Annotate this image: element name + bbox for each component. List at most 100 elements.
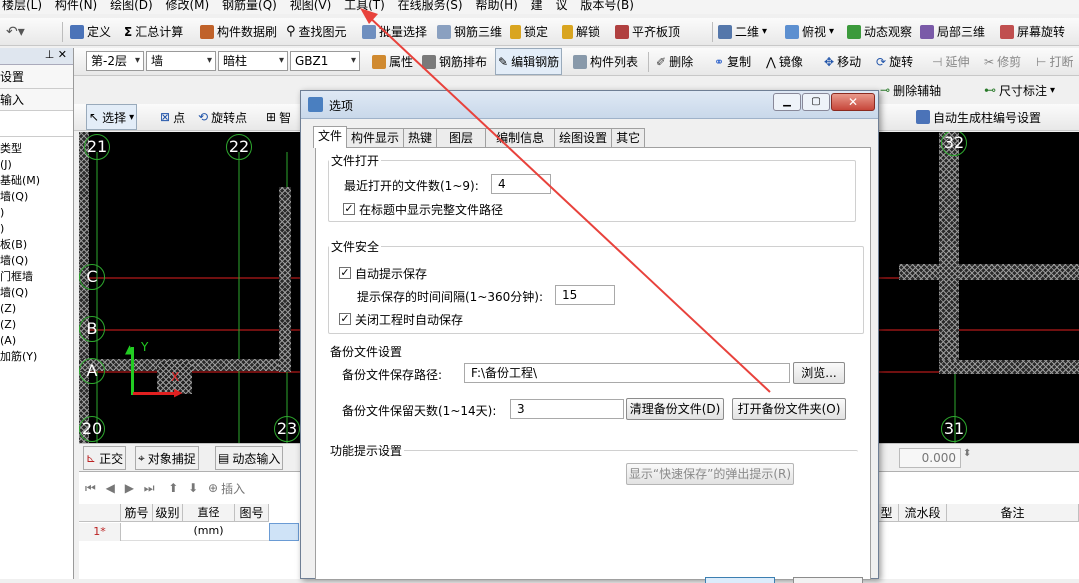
table-row[interactable] bbox=[121, 523, 269, 541]
find-element-button[interactable]: ⚲ 查找图元 bbox=[284, 18, 349, 45]
panel-pin[interactable]: ⊥ ✕ bbox=[0, 48, 73, 65]
delete-axis-button[interactable]: ⊸ 删除辅轴 bbox=[878, 78, 943, 102]
local-3d-button[interactable]: 局部三维 bbox=[918, 18, 987, 45]
backup-path-input[interactable]: F:\备份工程\ bbox=[464, 363, 790, 383]
browse-button[interactable]: 浏览... bbox=[793, 362, 845, 384]
rotate-point-tool[interactable]: ⟲ 旋转点 bbox=[196, 104, 249, 130]
tree-item[interactable]: ) bbox=[0, 221, 73, 237]
data-refresh-button[interactable]: 构件数据刷 bbox=[198, 18, 279, 45]
select-tool[interactable]: ↖ 选择 ▾ bbox=[86, 104, 138, 130]
edit-rebar-button[interactable]: ✎ 编辑钢筋 bbox=[495, 48, 563, 75]
prev-icon[interactable]: ◀ bbox=[106, 481, 115, 495]
show-path-checkbox[interactable]: ✓ bbox=[343, 203, 355, 215]
dynamic-input-toggle[interactable]: ▤ 动态输入 bbox=[215, 446, 284, 470]
row-header[interactable]: 1* bbox=[79, 523, 121, 541]
recent-files-input[interactable]: 4 bbox=[491, 174, 551, 194]
type-select[interactable]: 墙 bbox=[146, 51, 216, 71]
rebar-layout-button[interactable]: 钢筋排布 bbox=[420, 48, 489, 75]
quick-save-hint-button[interactable]: 显示“快速保存”的弹出提示(R) bbox=[626, 463, 794, 485]
tree-item[interactable]: 墙(Q) bbox=[0, 253, 73, 269]
view-2d-select[interactable]: 二维 ▾ bbox=[716, 18, 769, 45]
angle-input[interactable]: 0.000 bbox=[899, 448, 961, 468]
tree-item[interactable]: 加筋(Y) bbox=[0, 349, 73, 365]
up-icon[interactable]: ⬆ bbox=[168, 481, 178, 495]
tab-draw-settings[interactable]: 绘图设置 bbox=[554, 128, 613, 148]
tree-item[interactable]: 基础(M) bbox=[0, 173, 73, 189]
break-button[interactable]: ⊢ 打断 bbox=[1034, 48, 1075, 75]
move-button[interactable]: ✥ 移动 bbox=[822, 48, 863, 75]
define-button[interactable]: 定义 bbox=[68, 18, 113, 45]
copy-button[interactable]: ⚭ 复制 bbox=[712, 48, 753, 75]
panel-header-input[interactable]: 输入 bbox=[0, 89, 73, 111]
snap-toggle[interactable]: ⌖ 对象捕捉 bbox=[135, 446, 199, 470]
maximize-button[interactable]: ▢ bbox=[802, 93, 830, 111]
first-icon[interactable]: ⏮ bbox=[85, 481, 96, 496]
clear-backup-button[interactable]: 清理备份文件(D) bbox=[626, 398, 724, 420]
batch-select-button[interactable]: 批量选择 bbox=[360, 18, 429, 45]
trim-button[interactable]: ✂ 修剪 bbox=[982, 48, 1023, 75]
smart-tool[interactable]: ⊞ 智 bbox=[264, 104, 293, 130]
menu-version[interactable]: 版本号(B) bbox=[580, 0, 634, 11]
level-slab-button[interactable]: 平齐板顶 bbox=[613, 18, 682, 45]
tree-item[interactable]: ) bbox=[0, 205, 73, 221]
open-backup-folder-button[interactable]: 打开备份文件夹(O) bbox=[732, 398, 846, 420]
top-view-button[interactable]: 俯视 ▾ bbox=[783, 18, 836, 45]
auto-number-button[interactable]: 自动生成柱编号设置 bbox=[914, 104, 1043, 130]
auto-save-checkbox[interactable]: ✓ bbox=[339, 267, 351, 279]
tab-other[interactable]: 其它 bbox=[611, 128, 646, 148]
auto-save-label[interactable]: 自动提示保存 bbox=[355, 265, 427, 282]
subtype-select[interactable]: 暗柱 bbox=[218, 51, 288, 71]
down-icon[interactable]: ⬇ bbox=[188, 481, 198, 495]
menu-online[interactable]: 在线服务(S) bbox=[398, 0, 463, 11]
mirror-button[interactable]: ⋀ 镜像 bbox=[764, 48, 805, 75]
lock-button[interactable]: 锁定 bbox=[508, 18, 550, 45]
cancel-button-edge[interactable] bbox=[793, 577, 863, 583]
sum-calc-button[interactable]: Σ 汇总计算 bbox=[122, 18, 185, 45]
tree-item[interactable]: 门框墙 bbox=[0, 269, 73, 285]
tree-item[interactable]: (Z) bbox=[0, 317, 73, 333]
spin-icon[interactable]: ⬍ bbox=[963, 448, 971, 459]
dynamic-view-button[interactable]: 动态观察 bbox=[845, 18, 914, 45]
next-icon[interactable]: ▶ bbox=[125, 481, 134, 495]
close-button[interactable]: ✕ bbox=[831, 93, 875, 111]
tab-compile-info[interactable]: 编制信息 bbox=[485, 128, 556, 148]
undo-button[interactable]: ↶▾ bbox=[4, 18, 27, 45]
menu-floor[interactable]: 楼层(L) bbox=[2, 0, 42, 11]
last-icon[interactable]: ⏭ bbox=[144, 481, 155, 496]
table-cell-selected[interactable] bbox=[269, 523, 299, 541]
tree-item[interactable]: (A) bbox=[0, 333, 73, 349]
dimension-button[interactable]: ⊷ 尺寸标注 ▾ bbox=[982, 78, 1057, 102]
menu-modify[interactable]: 修改(M) bbox=[166, 0, 210, 11]
minimize-button[interactable]: ▁ bbox=[773, 93, 801, 111]
tree-item[interactable]: 墙(Q) bbox=[0, 189, 73, 205]
menu-help[interactable]: 帮助(H) bbox=[475, 0, 517, 11]
tab-element-display[interactable]: 构件显示 bbox=[346, 128, 405, 148]
tree-item[interactable]: (J) bbox=[0, 157, 73, 173]
tree-item[interactable]: 墙(Q) bbox=[0, 285, 73, 301]
close-save-checkbox[interactable]: ✓ bbox=[339, 313, 351, 325]
tree-item[interactable]: (Z) bbox=[0, 301, 73, 317]
menu-suggest-1[interactable]: 建 bbox=[531, 0, 543, 11]
rotate-button[interactable]: ⟳ 旋转 bbox=[874, 48, 915, 75]
tab-hotkey[interactable]: 热键 bbox=[403, 128, 438, 148]
menu-component[interactable]: 构件(N) bbox=[55, 0, 97, 11]
menu-suggest-2[interactable]: 议 bbox=[556, 0, 568, 11]
tree-item[interactable]: 板(B) bbox=[0, 237, 73, 253]
rebar-3d-button[interactable]: 钢筋三维 bbox=[435, 18, 504, 45]
unlock-button[interactable]: 解锁 bbox=[560, 18, 602, 45]
tab-layer[interactable]: 图层 bbox=[436, 128, 487, 148]
backup-days-input[interactable]: 3 bbox=[510, 399, 624, 419]
menu-draw[interactable]: 绘图(D) bbox=[110, 0, 153, 11]
ok-button-edge[interactable] bbox=[705, 577, 775, 583]
menu-tools[interactable]: 工具(T) bbox=[344, 0, 385, 11]
save-interval-input[interactable]: 15 bbox=[555, 285, 615, 305]
screen-rotate-button[interactable]: 屏幕旋转 bbox=[998, 18, 1067, 45]
show-path-label[interactable]: 在标题中显示完整文件路径 bbox=[359, 201, 503, 218]
menu-view[interactable]: 视图(V) bbox=[290, 0, 332, 11]
ortho-toggle[interactable]: ⊾ 正交 bbox=[83, 446, 127, 470]
insert-button[interactable]: 插入 bbox=[221, 480, 245, 497]
element-list-button[interactable]: 构件列表 bbox=[571, 48, 640, 75]
tab-file[interactable]: 文件 bbox=[313, 126, 348, 148]
delete-button[interactable]: ✐ 删除 bbox=[654, 48, 695, 75]
tree-item[interactable]: 类型 bbox=[0, 141, 73, 157]
